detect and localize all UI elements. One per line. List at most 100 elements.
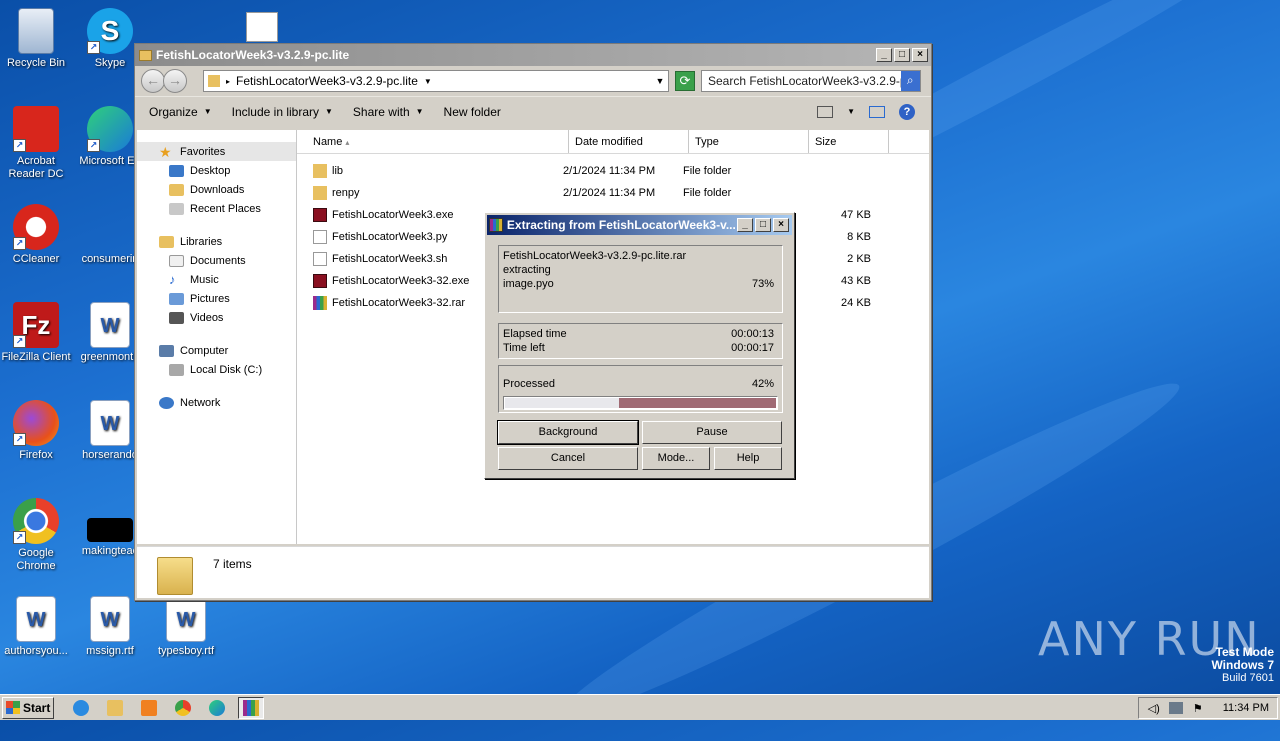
- dialog-maximize-button[interactable]: □: [755, 218, 771, 232]
- nav-computer[interactable]: Computer: [137, 341, 296, 360]
- heart-app-icon: [313, 274, 327, 288]
- desktop-icon-typesboy[interactable]: W typesboy.rtf: [148, 596, 224, 658]
- recent-places-icon: [169, 202, 184, 215]
- desktop-icon-firefox[interactable]: ↗ Firefox: [0, 400, 74, 462]
- downloads-icon: [169, 183, 184, 196]
- nav-pictures[interactable]: Pictures: [137, 289, 296, 308]
- folder-icon: [107, 699, 123, 716]
- maximize-button[interactable]: □: [894, 48, 910, 62]
- forward-button[interactable]: →: [163, 69, 187, 93]
- refresh-button[interactable]: ⟳: [675, 71, 695, 91]
- taskbar-chrome[interactable]: [170, 697, 196, 719]
- nav-favorites[interactable]: ★ Favorites: [137, 142, 296, 161]
- file-row[interactable]: renpy 2/1/2024 11:34 PM File folder: [297, 182, 929, 204]
- breadcrumb-dropdown-icon[interactable]: ▼: [424, 77, 432, 86]
- address-history-dropdown-icon[interactable]: ▼: [652, 76, 668, 86]
- explorer-title: FetishLocatorWeek3-v3.2.9-pc.lite: [156, 48, 350, 62]
- dialog-close-button[interactable]: ×: [773, 218, 789, 232]
- organize-menu[interactable]: Organize ▼: [149, 105, 212, 119]
- mode-button[interactable]: Mode...: [642, 447, 710, 470]
- dialog-title-bar[interactable]: Extracting from FetishLocatorWeek3-v... …: [487, 215, 792, 235]
- desktop-icon-ccleaner[interactable]: ↗ CCleaner: [0, 204, 74, 266]
- chevron-down-icon: ▼: [415, 107, 424, 116]
- taskbar-edge[interactable]: [204, 697, 230, 719]
- desktop-icon-recycle-bin[interactable]: Recycle Bin: [0, 8, 74, 70]
- column-header-name[interactable]: Name ▴: [297, 130, 569, 153]
- desktop-icon-mssign[interactable]: W mssign.rtf: [72, 596, 148, 658]
- volume-icon[interactable]: ◁): [1147, 702, 1161, 715]
- network-icon[interactable]: [1168, 701, 1183, 714]
- change-view-icon[interactable]: [817, 105, 834, 118]
- computer-icon: [159, 344, 174, 357]
- action-text: extracting: [503, 264, 551, 276]
- column-header-type[interactable]: Type: [689, 130, 809, 153]
- winrar-icon: [243, 699, 259, 716]
- chrome-icon: [175, 699, 191, 716]
- share-with-menu[interactable]: Share with ▼: [353, 105, 424, 119]
- nav-libraries[interactable]: Libraries: [137, 232, 296, 251]
- system-tray: ◁) ⚑ 11:34 PM: [1137, 696, 1278, 719]
- firefox-icon: ↗: [13, 400, 59, 446]
- dialog-minimize-button[interactable]: _: [737, 218, 753, 232]
- help-button[interactable]: Help: [714, 447, 782, 470]
- time-left-value: 00:00:17: [731, 342, 774, 354]
- close-button[interactable]: ×: [912, 48, 928, 62]
- search-icon[interactable]: ⌕: [900, 71, 920, 91]
- back-button[interactable]: ←: [141, 69, 165, 93]
- include-in-library-menu[interactable]: Include in library ▼: [232, 105, 333, 119]
- folder-icon: [313, 186, 327, 200]
- time-left-label: Time left: [503, 342, 545, 354]
- media-player-icon: [141, 699, 157, 716]
- nav-desktop[interactable]: Desktop: [137, 161, 296, 180]
- desktop-icon-chrome[interactable]: ↗ Google Chrome: [0, 498, 74, 573]
- current-file: image.pyo: [503, 278, 554, 290]
- pause-button[interactable]: Pause: [642, 421, 782, 444]
- music-icon: ♪: [169, 271, 176, 287]
- preview-pane-icon[interactable]: [869, 105, 885, 118]
- taskbar-ie[interactable]: [68, 697, 94, 719]
- document-icon: [313, 230, 327, 244]
- dialog-title: Extracting from FetishLocatorWeek3-v...: [506, 218, 736, 232]
- search-input[interactable]: Search FetishLocatorWeek3-v3.2.9-pc.... …: [701, 70, 921, 92]
- taskbar-media-player[interactable]: [136, 697, 162, 719]
- nav-music[interactable]: ♪ Music: [137, 270, 296, 289]
- minimize-button[interactable]: _: [876, 48, 892, 62]
- nav-local-disk[interactable]: Local Disk (C:): [137, 360, 296, 379]
- nav-network[interactable]: Network: [137, 393, 296, 412]
- skype-icon: S ↗: [87, 8, 133, 54]
- cancel-button[interactable]: Cancel: [498, 447, 638, 470]
- processed-group: Processed 42%: [498, 365, 783, 413]
- help-icon[interactable]: ?: [899, 103, 915, 120]
- column-header-size[interactable]: Size: [809, 130, 889, 153]
- file-row[interactable]: lib 2/1/2024 11:34 PM File folder: [297, 160, 929, 182]
- start-button[interactable]: Start: [2, 696, 54, 719]
- clock[interactable]: 11:34 PM: [1223, 702, 1269, 714]
- desktop-icon-authorsyou[interactable]: W authorsyou...: [0, 596, 74, 658]
- archive-name: FetishLocatorWeek3-v3.2.9-pc.lite.rar: [503, 250, 687, 262]
- breadcrumb-chevron-icon[interactable]: ▸: [226, 77, 230, 86]
- nav-videos[interactable]: Videos: [137, 308, 296, 327]
- heart-app-icon: [313, 208, 327, 222]
- column-header-date[interactable]: Date modified: [569, 130, 689, 153]
- nav-downloads[interactable]: Downloads: [137, 180, 296, 199]
- processed-progress-bar: [503, 396, 778, 410]
- nav-recent-places[interactable]: Recent Places: [137, 199, 296, 218]
- taskbar-winrar[interactable]: [238, 696, 264, 719]
- desktop-icon-filezilla[interactable]: Fz ↗ FileZilla Client: [0, 302, 74, 364]
- flag-icon[interactable]: ⚑: [1191, 702, 1205, 715]
- blank-file-desktop-icon[interactable]: [246, 12, 278, 42]
- windows-logo-icon: [6, 701, 20, 714]
- new-folder-button[interactable]: New folder: [444, 105, 501, 119]
- nav-documents[interactable]: Documents: [137, 251, 296, 270]
- view-options-chevron-icon[interactable]: ▼: [847, 107, 855, 116]
- winrar-icon: [489, 218, 503, 232]
- taskbar-explorer[interactable]: [102, 697, 128, 719]
- desktop-icon: [169, 164, 184, 177]
- current-file-group: FetishLocatorWeek3-v3.2.9-pc.lite.rar ex…: [498, 245, 783, 313]
- extraction-dialog[interactable]: Extracting from FetishLocatorWeek3-v... …: [484, 212, 795, 479]
- explorer-title-bar[interactable]: FetishLocatorWeek3-v3.2.9-pc.lite _ □ ×: [135, 44, 931, 66]
- background-button[interactable]: Background: [497, 420, 639, 445]
- search-placeholder: Search FetishLocatorWeek3-v3.2.9-pc....: [708, 74, 901, 88]
- address-bar[interactable]: ▸ FetishLocatorWeek3-v3.2.9-pc.lite ▼ ▼: [203, 70, 669, 92]
- desktop-icon-acrobat[interactable]: ↗ Acrobat Reader DC: [0, 106, 74, 181]
